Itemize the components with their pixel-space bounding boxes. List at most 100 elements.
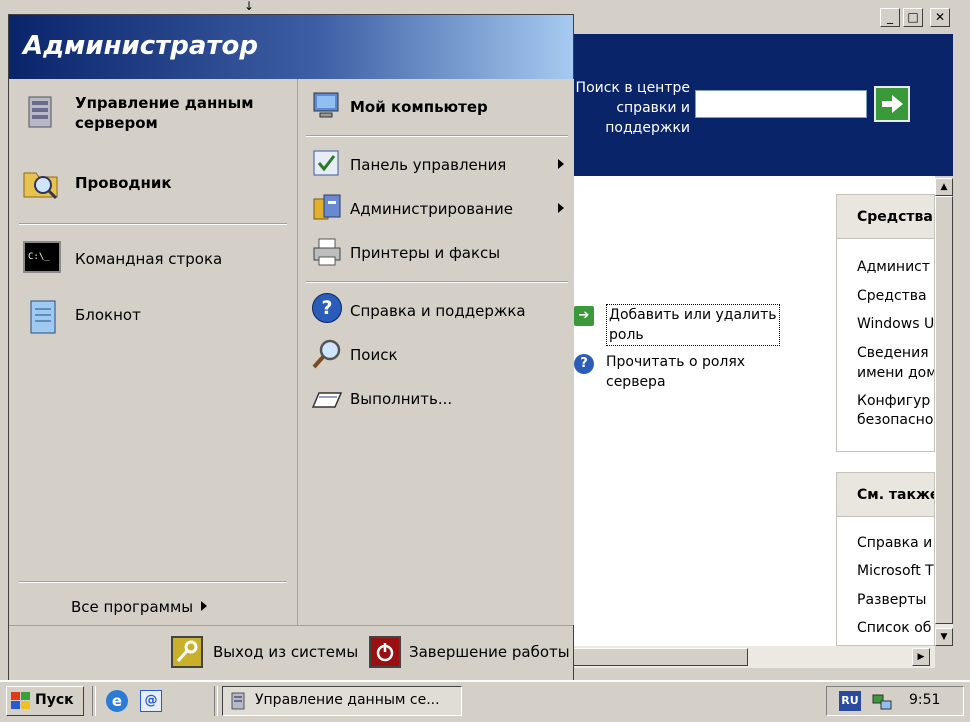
task-link[interactable]: Добавить или удалить роль <box>606 304 780 346</box>
separator <box>19 581 287 583</box>
help-icon: ? <box>312 293 342 323</box>
search-label: Поиск в центре справки и поддержки <box>560 78 690 138</box>
run-icon <box>311 392 343 408</box>
hscroll-thumb[interactable] <box>560 648 748 666</box>
task-line: роль <box>609 327 644 343</box>
control-panel-icon <box>313 150 339 176</box>
quicklaunch-ie-button[interactable]: e <box>104 688 130 714</box>
panel-link[interactable]: безопасно <box>857 410 933 430</box>
system-places: Мой компьютер Панель управления Админист… <box>297 79 574 625</box>
server-icon <box>231 692 245 710</box>
panel-title: Средства <box>837 195 934 239</box>
menu-item-label: Поиск <box>350 346 398 364</box>
panel-link[interactable]: Windows U <box>857 314 934 334</box>
help-icon: ? <box>574 354 594 374</box>
start-menu: Администратор Управление данным сервером <box>8 14 574 680</box>
submenu-arrow-icon <box>558 203 564 213</box>
start-menu-header: Администратор <box>9 15 573 79</box>
start-button[interactable]: Пуск <box>6 686 84 716</box>
ie-icon: e <box>106 690 128 712</box>
submenu-arrow-icon <box>558 159 564 169</box>
separator <box>306 281 568 283</box>
panel-link[interactable]: Админист <box>857 257 930 277</box>
explorer-icon <box>23 172 58 200</box>
key-icon <box>171 636 203 668</box>
taskbar-divider <box>214 686 218 716</box>
panel-link[interactable]: имени дом <box>857 363 934 383</box>
menu-item-control-panel[interactable]: Панель управления <box>306 145 568 185</box>
taskbar-window-button[interactable]: Управление данным се... <box>222 686 462 716</box>
menu-item-label: Выполнить... <box>350 390 453 408</box>
computer-icon <box>313 92 339 118</box>
scroll-thumb[interactable] <box>935 196 953 624</box>
menu-item-notepad[interactable]: Блокнот <box>17 293 287 343</box>
windows-logo-icon <box>11 692 30 709</box>
minimize-button[interactable]: _ <box>880 8 900 27</box>
menu-item-label: Администрирование <box>350 200 514 218</box>
taskbar-divider <box>92 686 96 716</box>
panel-title: См. также <box>837 473 934 517</box>
maximize-button[interactable]: □ <box>903 8 923 27</box>
menu-item-help-support[interactable]: ? Справка и поддержка <box>306 289 568 329</box>
label-line: сервером <box>75 114 158 132</box>
search-label-line: Поиск в центре <box>575 80 690 96</box>
panel-link[interactable]: Справка и <box>857 533 932 553</box>
search-label-line: справки и <box>616 100 690 116</box>
scroll-up-button[interactable]: ▲ <box>935 178 953 196</box>
menu-item-printers[interactable]: Принтеры и факсы <box>306 233 568 273</box>
panel-link[interactable]: Сведения <box>857 343 929 363</box>
close-button[interactable]: ✕ <box>930 8 950 27</box>
search-go-button[interactable] <box>874 86 910 122</box>
task-link[interactable]: Прочитать о ролях сервера <box>606 352 745 392</box>
taskbar: Пуск e @ Управление данным се... RU 9:51 <box>0 680 970 722</box>
scroll-right-button[interactable]: ▶ <box>912 648 930 666</box>
menu-item-manage-server[interactable]: Управление данным сервером <box>17 89 287 141</box>
server-icon <box>28 96 52 128</box>
help-search-input[interactable] <box>695 90 867 118</box>
panel-link[interactable]: Конфигур <box>857 391 930 411</box>
arrow-right-icon <box>201 601 207 611</box>
task-line: Прочитать о ролях <box>606 354 746 370</box>
network-icon[interactable] <box>871 691 893 713</box>
menu-item-explorer[interactable]: Проводник <box>17 163 287 207</box>
menu-item-label: Управление данным сервером <box>75 93 254 133</box>
language-indicator[interactable]: RU <box>839 691 861 711</box>
vertical-scrollbar[interactable]: ▲ ▼ <box>935 178 953 646</box>
system-tray: RU 9:51 <box>826 686 964 716</box>
green-arrow-icon: ➔ <box>574 306 594 326</box>
menu-item-label: Проводник <box>75 174 172 192</box>
cmd-icon-text: C:\_ <box>28 252 50 262</box>
quicklaunch-server-button[interactable]: @ <box>138 688 164 714</box>
printer-icon <box>313 238 341 266</box>
all-programs-button[interactable]: Все программы <box>65 595 265 621</box>
menu-item-my-computer[interactable]: Мой компьютер <box>306 85 566 129</box>
shutdown-label: Завершение работы <box>409 643 570 661</box>
search-icon <box>312 339 341 369</box>
green-arrow-icon <box>882 95 903 113</box>
shutdown-button[interactable]: Завершение работы <box>369 636 570 670</box>
power-icon <box>369 636 401 668</box>
menu-item-label: Мой компьютер <box>350 98 488 116</box>
panel-link[interactable]: Microsoft T <box>857 561 934 581</box>
menu-item-label: Блокнот <box>75 306 141 324</box>
user-name: Администратор <box>23 31 258 61</box>
server-manager-icon: @ <box>140 690 162 712</box>
menu-item-run[interactable]: Выполнить... <box>306 379 568 419</box>
horizontal-scrollbar[interactable]: ▶ <box>560 646 935 668</box>
menu-item-label: Командная строка <box>75 250 223 268</box>
separator <box>306 135 568 137</box>
panel-link[interactable]: Список об <box>857 618 931 638</box>
notepad-icon <box>30 300 56 334</box>
label-line: Управление данным <box>75 94 254 112</box>
clock: 9:51 <box>909 692 941 708</box>
logoff-button[interactable]: Выход из системы <box>171 636 358 670</box>
panel-link[interactable]: Средства <box>857 286 927 306</box>
menu-item-administration[interactable]: Администрирование <box>306 189 568 229</box>
start-label: Пуск <box>35 692 74 708</box>
scroll-down-button[interactable]: ▼ <box>935 628 953 646</box>
menu-item-label: Принтеры и факсы <box>350 244 501 262</box>
menu-item-search[interactable]: Поиск <box>306 335 568 375</box>
task-line: Добавить или удалить <box>609 307 777 323</box>
menu-item-command-prompt[interactable]: C:\_ Командная строка <box>17 237 287 281</box>
panel-link[interactable]: Разверты <box>857 590 926 610</box>
